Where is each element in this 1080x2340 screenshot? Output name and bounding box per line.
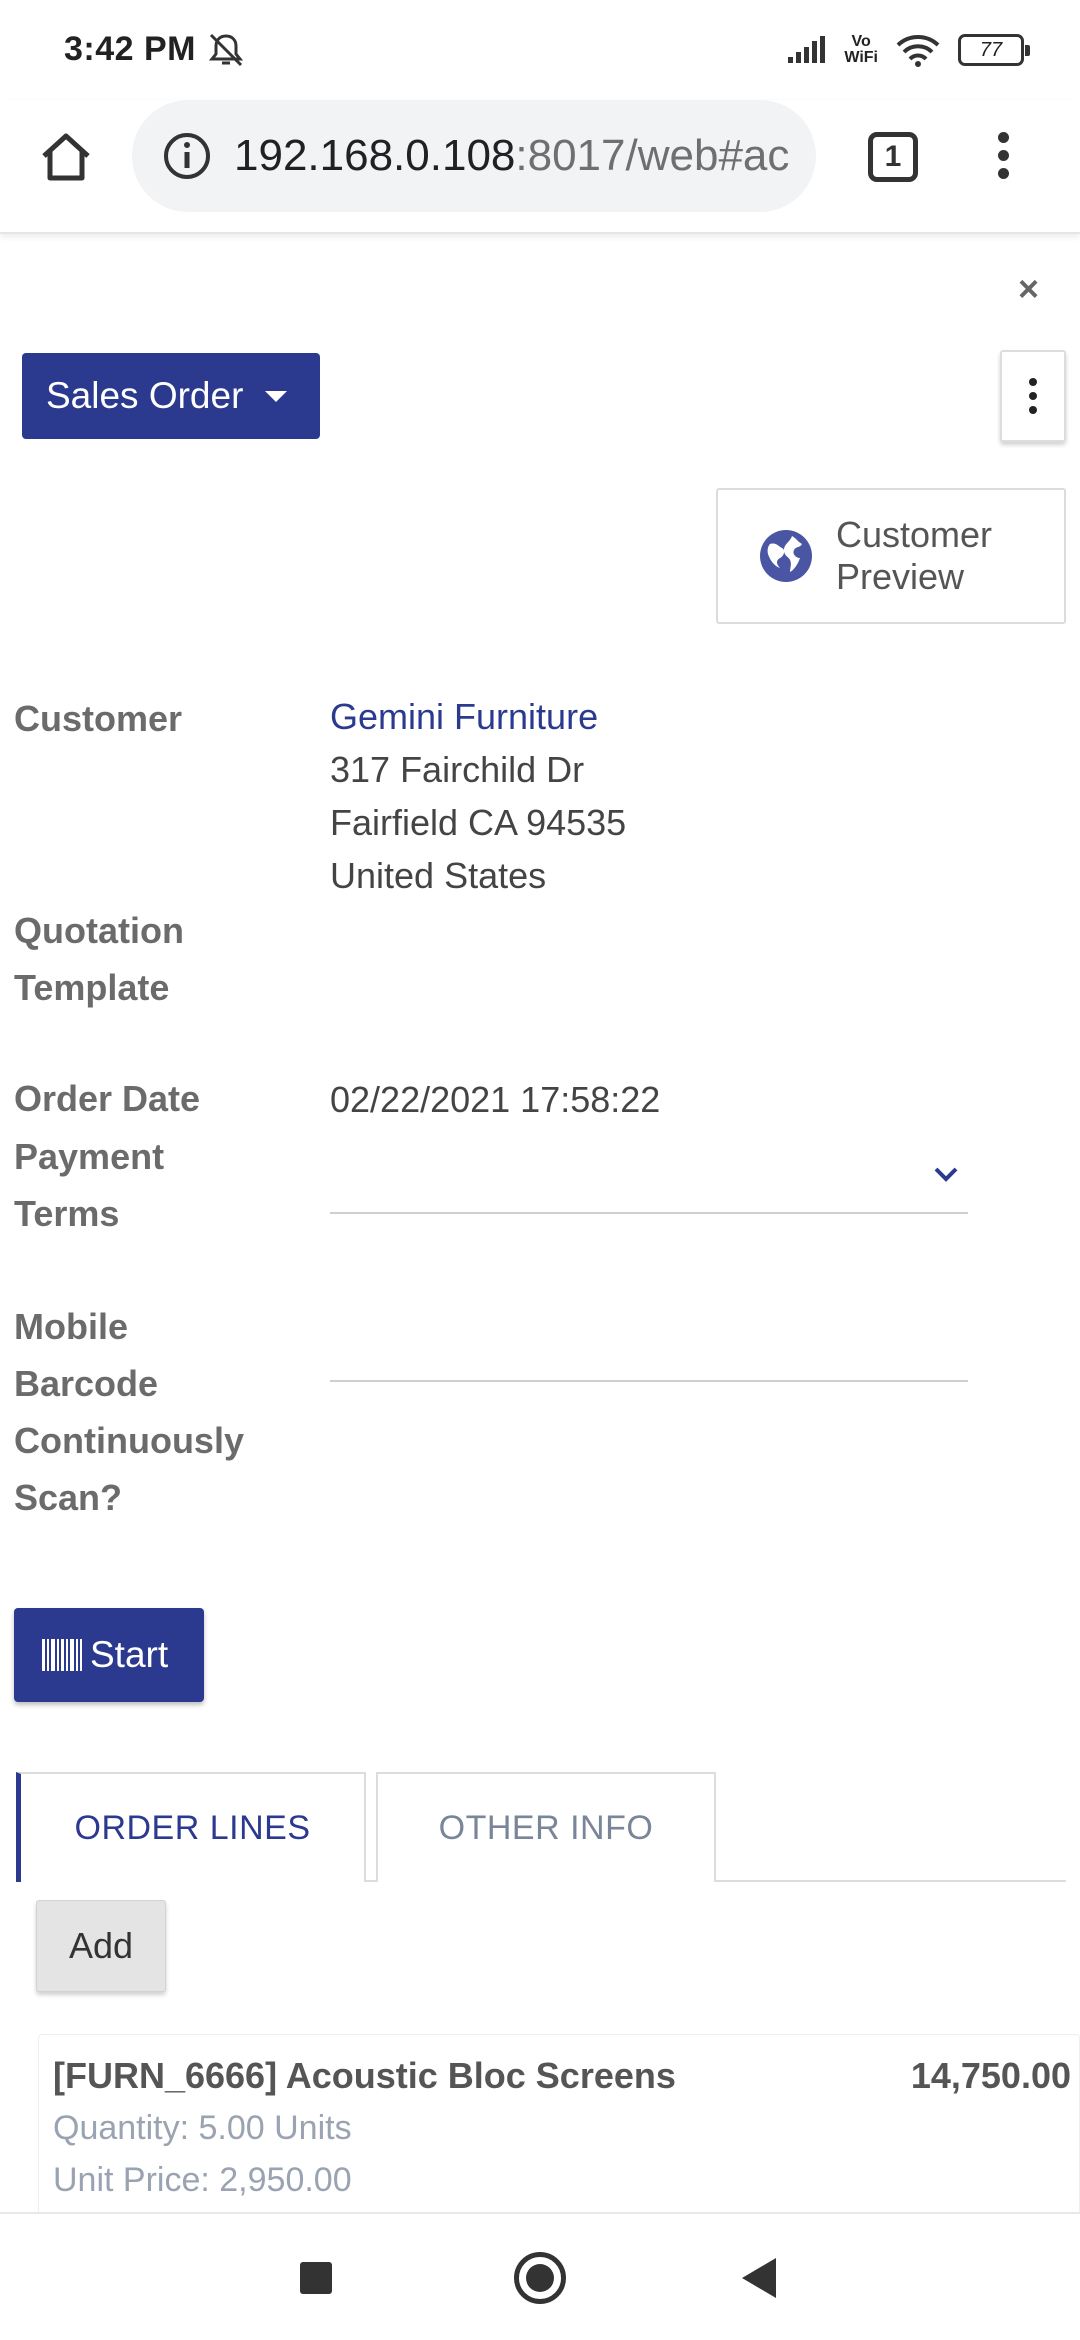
browser-toolbar: 192.168.0.108:8017/web#ac 1 <box>0 100 1080 234</box>
order-date-label: Order Date <box>14 1078 201 1119</box>
order-line-card[interactable]: [FURN_6666] Acoustic Bloc Screens 14,750… <box>38 2034 1080 2214</box>
caret-down-icon <box>265 390 288 402</box>
order-line-product: [FURN_6666] Acoustic Bloc Screens <box>53 2055 676 2096</box>
status-time: 3:42 PM <box>64 30 196 68</box>
customer-link[interactable]: Gemini Furniture <box>330 690 598 743</box>
address-line-2: Fairfield CA 94535 <box>330 802 627 843</box>
view-switcher-label: Sales Order <box>46 375 244 416</box>
nav-home-icon[interactable] <box>514 2252 566 2304</box>
url-text: 192.168.0.108:8017/web#ac <box>234 131 790 180</box>
payment-terms-select[interactable] <box>330 1140 968 1214</box>
order-date-value: 02/22/2021 17:58:22 <box>330 1079 661 1120</box>
chevron-down-icon[interactable] <box>930 1158 962 1190</box>
customer-preview-button[interactable]: Customer Preview <box>716 488 1066 624</box>
quotation-template-label: Quotation Template <box>14 910 184 1008</box>
globe-icon <box>760 530 812 582</box>
nav-back-icon[interactable] <box>742 2258 776 2298</box>
customer-label: Customer <box>14 698 183 739</box>
nav-recents-icon[interactable] <box>300 2262 332 2294</box>
view-switcher-button[interactable]: Sales Order <box>22 353 320 439</box>
order-line-unit-price: Unit Price: 2,950.00 <box>53 2161 352 2199</box>
status-bar: 3:42 PM Vo WiFi 77 <box>0 0 1080 100</box>
close-icon[interactable]: × <box>1018 268 1039 310</box>
home-icon[interactable] <box>36 126 96 186</box>
payment-terms-label: Payment Terms <box>14 1136 165 1234</box>
add-line-button[interactable]: Add <box>36 1900 166 1992</box>
mobile-barcode-field[interactable] <box>330 1300 968 1382</box>
tab-order-lines[interactable]: ORDER LINES <box>16 1772 366 1882</box>
info-icon[interactable] <box>162 131 212 181</box>
address-bar[interactable]: 192.168.0.108:8017/web#ac <box>132 100 816 212</box>
kebab-icon[interactable] <box>1000 350 1066 442</box>
order-line-subtotal: 14,750.00 <box>910 2055 1071 2096</box>
wifi-icon <box>896 35 940 67</box>
notebook-tabs: ORDER LINES OTHER INFO <box>16 1772 1066 1882</box>
start-scan-button[interactable]: Start <box>14 1608 204 1702</box>
barcode-icon <box>42 1639 82 1671</box>
more-vert-icon[interactable] <box>986 132 1020 186</box>
signal-icon <box>788 36 826 63</box>
start-button-label: Start <box>90 1634 169 1675</box>
address-line-3: United States <box>330 855 547 896</box>
customer-preview-label: Customer Preview <box>836 514 993 597</box>
order-line-quantity: Quantity: 5.00 Units <box>53 2109 352 2147</box>
system-nav-bar <box>0 2212 1080 2340</box>
battery-icon: 77 <box>958 34 1030 66</box>
tabs-icon[interactable]: 1 <box>868 132 918 182</box>
mute-icon <box>208 33 244 67</box>
vowifi-indicator: Vo WiFi <box>844 33 878 66</box>
address-line-1: 317 Fairchild Dr <box>330 749 585 790</box>
tab-other-info[interactable]: OTHER INFO <box>376 1772 716 1882</box>
mobile-barcode-label: Mobile Barcode Continuously Scan? <box>14 1306 244 1518</box>
